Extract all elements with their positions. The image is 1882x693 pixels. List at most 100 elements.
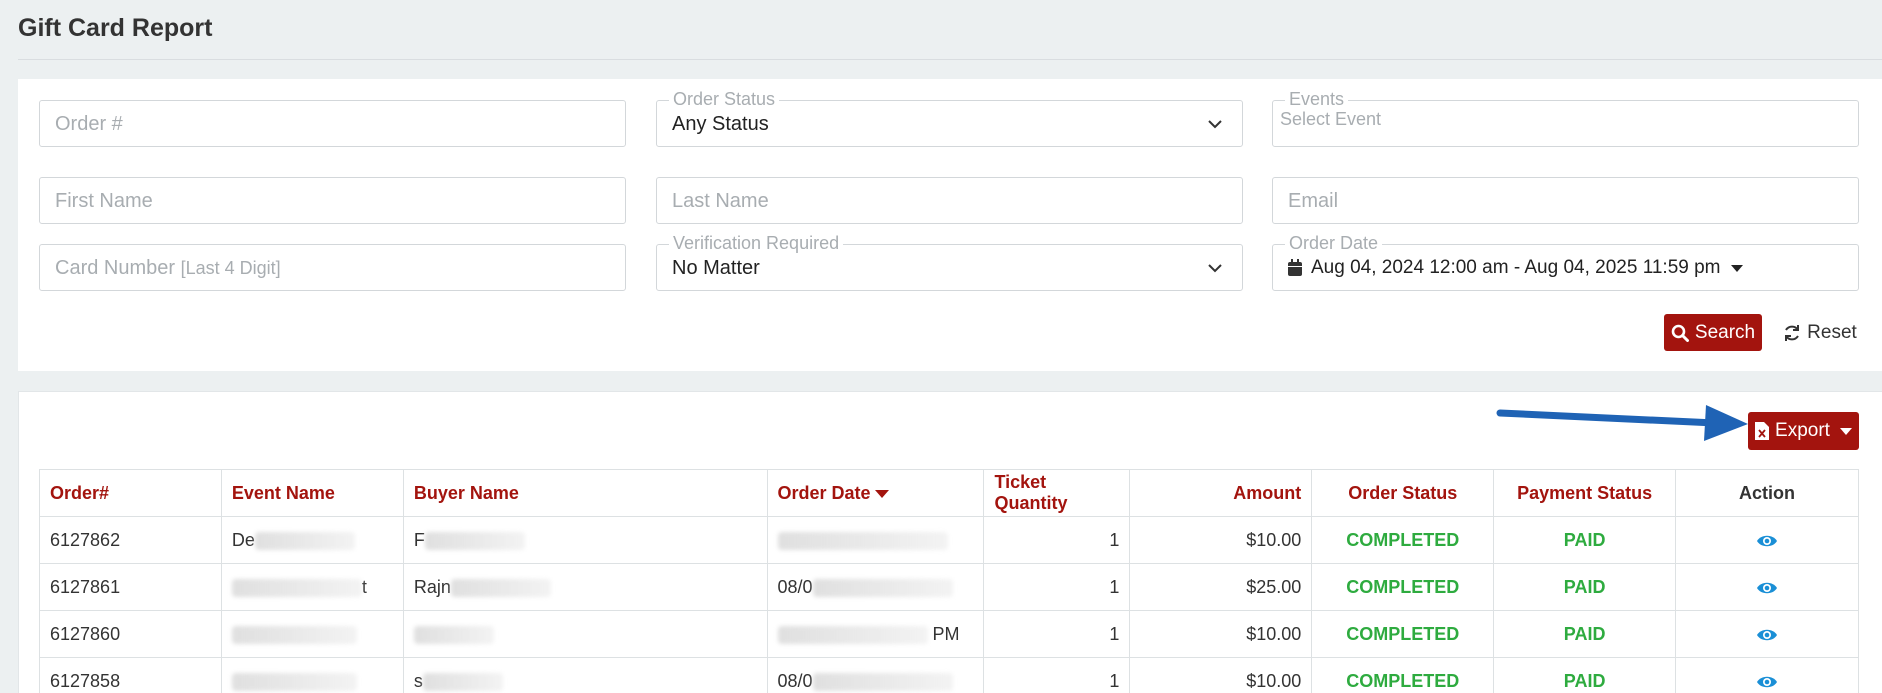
export-button-label: Export bbox=[1775, 420, 1830, 441]
ticket-quantity-cell: 1 bbox=[983, 516, 1131, 564]
redacted-blur bbox=[413, 625, 494, 644]
redacted-blur bbox=[777, 625, 928, 644]
column-header-ticket-quantity[interactable]: Ticket Quantity bbox=[983, 469, 1131, 517]
event-name-cell: De bbox=[220, 516, 404, 564]
eye-icon[interactable] bbox=[1756, 580, 1778, 596]
column-header-order-status[interactable]: Order Status bbox=[1311, 469, 1495, 517]
table-row: 6127862 De F 1 $10.00 COMPLETED PAID bbox=[39, 516, 1859, 564]
order-date-text: PM bbox=[932, 623, 960, 644]
order-status-cell: COMPLETED bbox=[1311, 610, 1495, 658]
redacted-blur bbox=[777, 531, 948, 550]
order-number-placeholder: Order # bbox=[55, 113, 123, 135]
order-status-value: Any Status bbox=[672, 113, 769, 135]
first-name-placeholder: First Name bbox=[55, 190, 153, 212]
refresh-icon bbox=[1785, 324, 1800, 341]
event-name-text: t bbox=[361, 576, 367, 597]
eye-icon[interactable] bbox=[1756, 674, 1778, 690]
order-date-text: Aug 04, 2024 12:00 am - Aug 04, 2025 11:… bbox=[1311, 257, 1721, 278]
reset-button-label: Reset bbox=[1807, 321, 1857, 343]
last-name-input[interactable]: Last Name bbox=[656, 177, 1243, 224]
verification-select[interactable]: Verification Required No Matter bbox=[656, 233, 1243, 291]
ticket-quantity-cell: 1 bbox=[983, 563, 1131, 611]
search-button-label: Search bbox=[1694, 321, 1756, 343]
buyer-name-cell: F bbox=[402, 516, 768, 564]
card-number-input[interactable]: Card Number [Last 4 Digit] bbox=[39, 244, 626, 291]
order-date-legend: Order Date bbox=[1285, 233, 1383, 253]
order-date-range-picker[interactable]: Order Date Aug 04, 2024 12:00 am - Aug 0… bbox=[1272, 233, 1859, 291]
order-number-cell: 6127858 bbox=[39, 657, 222, 693]
redacted-blur bbox=[422, 672, 503, 691]
sort-desc-icon bbox=[874, 489, 889, 498]
order-date-cell: PM bbox=[766, 610, 985, 658]
gift-card-table: Order# Event Name Buyer Name Order Date … bbox=[39, 469, 1859, 693]
events-legend: Events bbox=[1285, 89, 1349, 109]
payment-status-cell: PAID bbox=[1493, 516, 1677, 564]
buyer-name-cell bbox=[402, 610, 768, 658]
amount-cell: $25.00 bbox=[1129, 563, 1313, 611]
order-date-cell bbox=[766, 516, 985, 564]
page-title: Gift Card Report bbox=[18, 14, 213, 42]
order-status-cell: COMPLETED bbox=[1311, 516, 1495, 564]
payment-status-cell: PAID bbox=[1493, 610, 1677, 658]
ticket-quantity-cell: 1 bbox=[983, 657, 1131, 693]
verification-legend: Verification Required bbox=[669, 233, 844, 253]
column-header-buyer-name[interactable]: Buyer Name bbox=[402, 469, 768, 517]
order-number-input[interactable]: Order # bbox=[39, 100, 626, 147]
order-status-select[interactable]: Order Status Any Status bbox=[656, 89, 1243, 147]
table-row: 6127860 PM 1 $10.00 COMPLETED PAID bbox=[39, 610, 1859, 658]
eye-icon[interactable] bbox=[1756, 627, 1778, 643]
table-header-row: Order# Event Name Buyer Name Order Date … bbox=[39, 469, 1859, 517]
buyer-name-cell: Rajn bbox=[402, 563, 768, 611]
column-header-amount[interactable]: Amount bbox=[1129, 469, 1313, 517]
column-header-payment-status[interactable]: Payment Status bbox=[1493, 469, 1677, 517]
amount-cell: $10.00 bbox=[1129, 516, 1313, 564]
email-input[interactable]: Email bbox=[1272, 177, 1859, 224]
ticket-quantity-cell: 1 bbox=[983, 610, 1131, 658]
column-header-order-date-label: Order Date bbox=[777, 482, 871, 503]
order-number-cell: 6127861 bbox=[39, 563, 222, 611]
verification-value: No Matter bbox=[672, 257, 760, 279]
event-name-cell: t bbox=[220, 563, 404, 611]
table-row: 6127861 t Rajn 08/0 1 $25.00 COMPLETED P… bbox=[39, 563, 1859, 611]
redacted-blur bbox=[254, 531, 355, 550]
buyer-name-text: Rajn bbox=[413, 576, 451, 597]
eye-icon[interactable] bbox=[1756, 533, 1778, 549]
buyer-name-text: s bbox=[413, 670, 423, 691]
column-header-order[interactable]: Order# bbox=[39, 469, 222, 517]
first-name-input[interactable]: First Name bbox=[39, 177, 626, 224]
order-number-cell: 6127862 bbox=[39, 516, 222, 564]
order-status-cell: COMPLETED bbox=[1311, 563, 1495, 611]
order-status-legend: Order Status bbox=[669, 89, 780, 109]
redacted-blur bbox=[231, 625, 357, 644]
chevron-down-icon bbox=[1208, 120, 1222, 129]
annotation-arrow-icon bbox=[1496, 405, 1748, 441]
card-number-placeholder: Card Number [Last 4 Digit] bbox=[55, 257, 281, 280]
action-cell bbox=[1675, 657, 1859, 693]
caret-down-icon bbox=[1730, 264, 1743, 272]
events-placeholder: Select Event bbox=[1280, 109, 1382, 129]
redacted-blur bbox=[812, 672, 953, 691]
order-number-cell: 6127860 bbox=[39, 610, 222, 658]
export-dropdown-button[interactable]: Export bbox=[1748, 412, 1859, 450]
amount-cell: $10.00 bbox=[1129, 610, 1313, 658]
order-status-cell: COMPLETED bbox=[1311, 657, 1495, 693]
events-select[interactable]: Events Select Event bbox=[1272, 89, 1859, 147]
order-date-text: 08/0 bbox=[777, 576, 813, 597]
card-number-placeholder-text: Card Number bbox=[55, 257, 176, 279]
column-header-order-date[interactable]: Order Date bbox=[766, 469, 985, 517]
redacted-blur bbox=[812, 578, 953, 597]
title-divider bbox=[18, 59, 1882, 60]
action-cell bbox=[1675, 610, 1859, 658]
payment-status-cell: PAID bbox=[1493, 657, 1677, 693]
order-date-text: 08/0 bbox=[777, 670, 813, 691]
column-header-action: Action bbox=[1675, 469, 1859, 517]
payment-status-cell: PAID bbox=[1493, 563, 1677, 611]
last-name-placeholder: Last Name bbox=[672, 190, 769, 212]
column-header-event-name[interactable]: Event Name bbox=[220, 469, 404, 517]
file-excel-icon bbox=[1755, 422, 1770, 440]
redacted-blur bbox=[450, 578, 551, 597]
reset-button[interactable]: Reset bbox=[1780, 314, 1860, 351]
search-button[interactable]: Search bbox=[1664, 314, 1762, 351]
redacted-blur bbox=[424, 531, 525, 550]
search-icon bbox=[1671, 324, 1689, 342]
